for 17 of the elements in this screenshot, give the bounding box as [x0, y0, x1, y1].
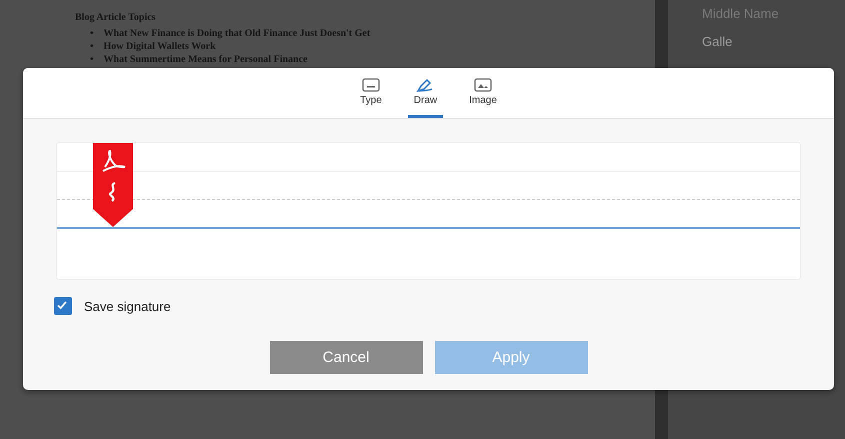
field-value: Galle [702, 34, 734, 49]
keyboard-icon [362, 78, 380, 92]
document-heading: Blog Article Topics [75, 12, 157, 23]
list-item: What Summertime Means for Personal Finance [104, 53, 308, 66]
signature-pad[interactable] [56, 142, 801, 280]
bullet: • [90, 27, 94, 40]
tab[interactable]: Type [354, 68, 388, 118]
tab[interactable]: Draw [408, 68, 444, 118]
tab[interactable]: Image [463, 68, 503, 118]
pen-icon [416, 78, 434, 92]
checkbox-label: Save signature [84, 298, 171, 314]
image-icon [474, 78, 492, 92]
list-item: What New Finance is Doing that Old Finance Just Doesn't Get [104, 27, 370, 40]
bullet: • [90, 40, 94, 53]
list-item: How Digital Wallets Work [104, 40, 216, 53]
checkbox[interactable] [54, 297, 72, 315]
bullet: • [90, 53, 94, 66]
